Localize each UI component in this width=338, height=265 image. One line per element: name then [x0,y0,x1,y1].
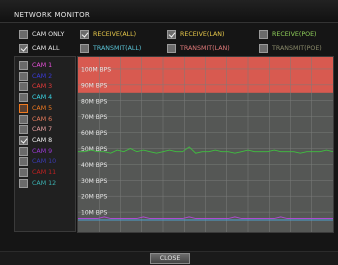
camera-checkbox[interactable] [19,82,28,92]
camera-label: CAM 4 [32,94,53,102]
camera-label: CAM 7 [32,126,53,134]
camera-checkbox[interactable] [19,178,28,188]
camera-label: CAM 2 [32,72,53,80]
cam-only-checkbox[interactable] [19,30,28,39]
camera-checkbox[interactable] [19,114,28,124]
camera-label: CAM 1 [32,62,53,69]
cam-all-label: CAM ALL [32,45,60,52]
camera-checkbox[interactable] [19,93,28,103]
bandwidth-graph: 100M BPS 90M BPS 80M BPS 70M BPS 60M BPS 50M … [77,56,334,233]
graph-y-label: 10M BPS [81,210,107,217]
camera-checkbox[interactable] [19,103,28,113]
camera-label: CAM 6 [32,115,53,123]
camera-checkbox[interactable] [19,135,28,145]
traffic-filter-label: RECEIVE(POE) [272,31,317,38]
graph-y-label: 20M BPS [81,194,107,201]
traffic-filter-label: TRANSMIT(LAN) [180,45,230,52]
traffic-filter-checkbox[interactable] [167,30,176,39]
traffic-filter-checkbox[interactable] [259,44,268,53]
bandwidth-graph-canvas: 100M BPS90M BPS80M BPS70M BPS60M BPS50M … [78,57,333,232]
traffic-filter-label: RECEIVE(ALL) [93,31,137,38]
camera-checkbox[interactable] [19,157,28,167]
camera-list: CAM 1 CAM 2 CAM 3 CAM 4 CAM 5 CAM 6 CAM 7 CAM 8… [14,56,76,232]
traffic-filter-label: RECEIVE(LAN) [180,31,225,38]
traffic-filter-label: TRANSMIT(POE) [272,45,322,52]
traffic-filter-checkbox[interactable] [259,30,268,39]
camera-checkbox[interactable] [19,146,28,156]
camera-label: CAM 9 [32,147,53,155]
graph-y-label: 70M BPS [81,114,107,121]
camera-checkbox[interactable] [19,61,28,70]
camera-label: CAM 3 [32,83,53,91]
camera-checkbox[interactable] [19,125,28,135]
traffic-filter-checkbox[interactable] [167,44,176,53]
camera-label: CAM 5 [32,104,53,112]
graph-y-label: 100M BPS [81,66,111,73]
cam-only-label: CAM ONLY [32,31,65,38]
graph-y-label: 30M BPS [81,178,107,185]
title-bar: NETWORK MONITOR [0,0,338,23]
window-title: NETWORK MONITOR [14,11,91,19]
camera-label: CAM 8 [32,136,53,144]
camera-checkbox[interactable] [19,168,28,177]
camera-label: CAM 11 [32,169,57,176]
graph-y-label: 90M BPS [81,82,107,89]
close-button[interactable]: CLOSE [150,253,190,264]
graph-y-label: 40M BPS [81,162,107,169]
graph-y-label: 60M BPS [81,130,107,137]
camera-checkbox[interactable] [19,71,28,81]
traffic-filter-checkbox[interactable] [80,44,89,53]
traffic-filter-checkbox[interactable] [80,30,89,39]
camera-label: CAM 12 [32,179,57,187]
graph-y-label: 80M BPS [81,98,107,105]
network-monitor-window: NETWORK MONITOR CAM ONLY CAM ALL RECEIVE… [0,0,338,265]
traffic-filter-label: TRANSMIT(ALL) [93,45,142,52]
camera-label: CAM 10 [32,158,57,166]
cam-all-checkbox[interactable] [19,44,28,53]
